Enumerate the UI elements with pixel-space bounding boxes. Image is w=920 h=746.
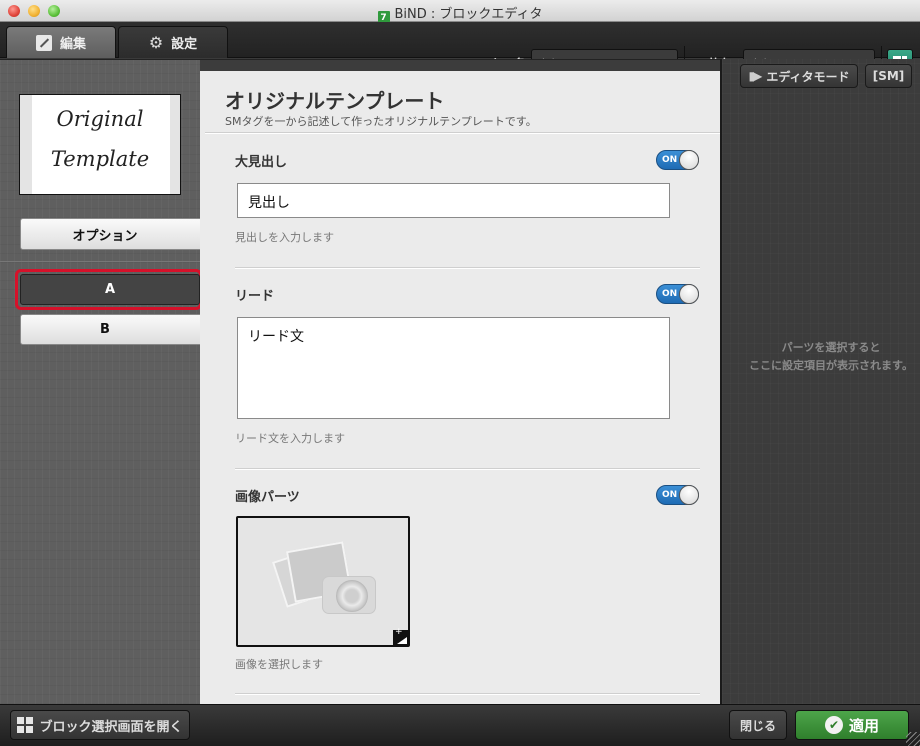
left-panel: Original Template オプション A B	[0, 59, 210, 704]
heading-input[interactable]: 見出し	[237, 183, 670, 218]
template-description: SMタグを一から記述して作ったオリジナルテンプレートです。	[225, 115, 537, 128]
toggle-knob	[679, 150, 699, 170]
section-divider	[235, 693, 700, 695]
tab-settings-label: 設定	[171, 37, 198, 52]
options-button[interactable]: オプション	[20, 218, 210, 250]
image-toggle[interactable]: ON	[656, 485, 699, 505]
image-toggle-state: ON	[662, 490, 678, 500]
check-icon: ✔	[824, 716, 843, 734]
block-item-a-label: A	[104, 282, 116, 297]
sm-button[interactable]: [SM]	[865, 64, 912, 88]
toggle-knob	[679, 284, 699, 304]
lead-toggle-state: ON	[662, 289, 678, 299]
grid-icon	[17, 717, 34, 733]
thumbnail-text-line2: Template	[50, 147, 150, 171]
lead-toggle[interactable]: ON	[656, 284, 699, 304]
block-item-b[interactable]: B	[20, 314, 210, 345]
heading-toggle-state: ON	[662, 155, 678, 165]
close-label: 閉じる	[739, 718, 776, 733]
header-divider	[205, 132, 720, 134]
template-thumbnail: Original Template	[19, 94, 181, 195]
editor-mode-button[interactable]: ▮▶ エディタモード	[740, 64, 858, 88]
tab-edit[interactable]: 編集	[6, 26, 116, 58]
resize-grip[interactable]	[906, 732, 920, 746]
heading-section-label: 大見出し	[235, 155, 288, 170]
settings-panel: オリジナルテンプレート SMタグを一から記述して作ったオリジナルテンプレートです…	[200, 71, 720, 704]
apply-label: 適用	[848, 716, 879, 735]
tab-settings[interactable]: ⚙ 設定	[118, 26, 228, 58]
message-line1: パーツを選択すると	[781, 341, 881, 354]
arrow-right-icon: ▮▶	[748, 69, 762, 83]
open-block-select-button[interactable]: ブロック選択画面を開く	[10, 710, 190, 740]
window-title-text: BiND : ブロックエディタ	[394, 7, 543, 22]
image-picker[interactable]	[236, 516, 410, 647]
thumbnail-text-line1: Original	[56, 107, 144, 131]
title-bar: 7 BiND : ブロックエディタ	[0, 0, 920, 25]
lead-hint: リード文を入力します	[235, 432, 345, 445]
image-hint: 画像を選択します	[235, 658, 323, 671]
heading-input-value: 見出し	[248, 195, 290, 211]
empty-selection-message: パーツを選択すると ここに設定項目が表示されます。	[722, 339, 920, 375]
lead-textarea-value: リード文	[248, 329, 304, 345]
section-divider	[235, 267, 700, 269]
lead-textarea[interactable]: リード文	[237, 317, 670, 419]
template-title: オリジナルテンプレート	[225, 89, 445, 113]
close-button[interactable]: 閉じる	[729, 710, 787, 740]
open-block-select-label: ブロック選択画面を開く	[39, 719, 183, 735]
image-section-label: 画像パーツ	[235, 490, 300, 505]
pencil-icon	[35, 34, 52, 51]
heading-toggle[interactable]: ON	[656, 150, 699, 170]
toolbar: 編集 ⚙ 設定 # アンカー名: なし △ 共有: なし ▼	[0, 22, 920, 80]
camera-lens-icon	[336, 580, 368, 612]
add-image-icon[interactable]	[393, 627, 408, 645]
sm-label: [SM]	[872, 69, 905, 83]
block-item-b-label: B	[100, 322, 110, 337]
tab-edit-label: 編集	[59, 37, 86, 52]
options-label: オプション	[72, 228, 138, 244]
editor-mode-label: エディタモード	[766, 69, 850, 84]
toggle-knob	[679, 485, 699, 505]
heading-hint: 見出しを入力します	[235, 231, 334, 244]
message-line2: ここに設定項目が表示されます。	[749, 359, 913, 372]
apply-button[interactable]: ✔ 適用	[795, 710, 909, 740]
lead-section-label: リード	[235, 289, 275, 304]
block-item-a[interactable]: A	[20, 274, 200, 305]
center-top-strip	[200, 59, 720, 71]
bottom-bar: ブロック選択画面を開く 閉じる ✔ 適用	[0, 704, 920, 746]
right-panel: ▮▶ エディタモード [SM] パーツを選択すると ここに設定項目が表示されます…	[720, 59, 920, 704]
block-editor-window: 7BiND : ブロックエディタ 編集 ⚙ 設定 # アンカー名: なし △ 共…	[0, 0, 920, 746]
gear-icon: ⚙	[148, 32, 164, 52]
left-panel-divider	[0, 261, 200, 262]
section-divider	[235, 468, 700, 470]
